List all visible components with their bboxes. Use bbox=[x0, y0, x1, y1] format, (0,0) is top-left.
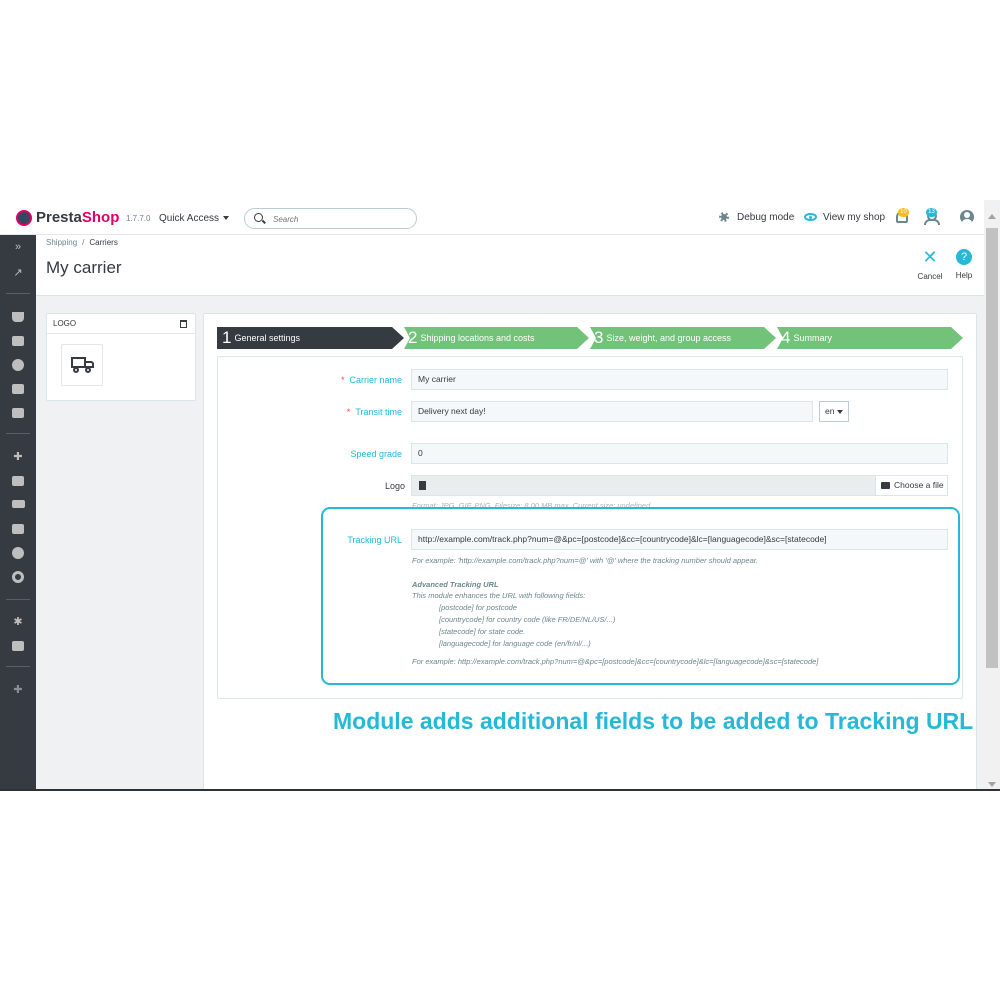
step-shipping-locations[interactable]: 2 Shipping locations and costs bbox=[404, 327, 589, 349]
breadcrumb-current: Carriers bbox=[89, 238, 118, 247]
choose-file-button[interactable]: Choose a file bbox=[875, 475, 948, 496]
help-icon: ? bbox=[956, 249, 972, 265]
search-box[interactable] bbox=[244, 208, 417, 229]
cancel-label: Cancel bbox=[917, 272, 943, 281]
carrier-name-label-text: Carrier name bbox=[349, 375, 402, 385]
scroll-thumb[interactable] bbox=[986, 228, 998, 668]
customers-icon[interactable] bbox=[11, 358, 25, 372]
transit-time-label: * Transit time bbox=[300, 407, 402, 417]
design-icon[interactable] bbox=[11, 474, 25, 488]
folder-icon bbox=[881, 482, 890, 489]
admin-window: PrestaShop 1.7.7.0 Quick Access Debug mo… bbox=[0, 200, 1000, 791]
step-label: Shipping locations and costs bbox=[420, 333, 535, 343]
required-mark: * bbox=[346, 407, 351, 417]
reports-icon[interactable] bbox=[11, 406, 25, 420]
help-button[interactable]: ? Help bbox=[947, 249, 981, 280]
sidebar-divider bbox=[6, 666, 30, 667]
expand-icon[interactable]: » bbox=[11, 240, 25, 254]
scroll-up-icon[interactable] bbox=[988, 214, 996, 219]
logo-panel-title: LOGO bbox=[47, 314, 195, 334]
sidebar-divider bbox=[6, 599, 30, 600]
required-mark: * bbox=[340, 375, 345, 385]
close-icon: ✕ bbox=[922, 247, 938, 267]
page-title: My carrier bbox=[46, 258, 122, 277]
profile-icon[interactable] bbox=[960, 210, 974, 224]
truck-wheel-shape bbox=[85, 367, 91, 373]
promo-caption: Module adds additional fields to be adde… bbox=[333, 708, 974, 734]
quick-access-dropdown[interactable]: Quick Access bbox=[159, 213, 229, 224]
search-icon bbox=[254, 213, 263, 222]
step-label: Size, weight, and group access bbox=[606, 333, 732, 343]
logo-label: Logo bbox=[384, 481, 405, 491]
brand-name[interactable]: PrestaShop bbox=[36, 209, 119, 226]
payment-icon[interactable] bbox=[11, 522, 25, 536]
file-icon bbox=[419, 481, 426, 490]
version-label: 1.7.7.0 bbox=[126, 214, 151, 223]
trash-icon[interactable] bbox=[180, 320, 187, 328]
step-general-settings[interactable]: 1 General settings bbox=[217, 327, 404, 349]
speed-grade-label: Speed grade bbox=[350, 449, 402, 459]
marketing-icon[interactable] bbox=[11, 570, 25, 584]
carrier-name-label: * Carrier name bbox=[300, 375, 402, 385]
messages-icon[interactable] bbox=[11, 382, 25, 396]
step-summary[interactable]: 4 Summary bbox=[777, 327, 963, 349]
page-scrollbar[interactable] bbox=[984, 210, 1000, 789]
debug-icon bbox=[719, 212, 729, 222]
logo-file-field[interactable] bbox=[411, 475, 876, 496]
extension-icon[interactable]: ✚ bbox=[11, 683, 25, 697]
carrier-logo-image bbox=[61, 344, 103, 386]
advanced-settings-icon[interactable] bbox=[11, 639, 25, 653]
truck-wheel-shape bbox=[73, 367, 79, 373]
cancel-button[interactable]: ✕ Cancel bbox=[913, 247, 947, 281]
sidebar-divider bbox=[6, 293, 30, 294]
brand-name-part1: Presta bbox=[36, 209, 82, 226]
view-shop-link[interactable]: View my shop bbox=[823, 212, 885, 223]
page-header: Shipping / Carriers My carrier ✕ Cancel ? … bbox=[36, 235, 984, 296]
catalog-icon[interactable] bbox=[11, 334, 25, 348]
search-input[interactable] bbox=[273, 212, 403, 226]
prestashop-logo-icon[interactable] bbox=[16, 210, 32, 226]
tracking-url-highlight bbox=[321, 507, 960, 685]
scroll-down-icon[interactable] bbox=[988, 782, 996, 787]
modules-icon[interactable]: ✚ bbox=[11, 450, 25, 464]
help-label: Help bbox=[955, 271, 973, 280]
truck-icon bbox=[71, 357, 86, 368]
top-header: PrestaShop 1.7.7.0 Quick Access Debug mo… bbox=[0, 200, 984, 235]
customers-notification-badge: 13 bbox=[926, 208, 937, 217]
carrier-name-field[interactable]: My carrier bbox=[411, 369, 948, 390]
step-number: 2 bbox=[408, 328, 418, 347]
choose-file-label: Choose a file bbox=[894, 480, 944, 490]
settings-icon[interactable]: ✱ bbox=[11, 615, 25, 629]
sidebar-divider bbox=[6, 433, 30, 434]
sidebar-nav: » ↗ ✚ ✱ ✚ bbox=[0, 235, 36, 789]
logo-panel: LOGO bbox=[46, 313, 196, 401]
breadcrumb: Shipping / Carriers bbox=[46, 238, 118, 247]
speed-grade-field[interactable]: 0 bbox=[411, 443, 948, 464]
transit-time-label-text: Transit time bbox=[355, 407, 402, 417]
step-size-weight[interactable]: 3 Size, weight, and group access bbox=[590, 327, 776, 349]
orders-notification-badge: 10 bbox=[898, 208, 909, 217]
orders-icon[interactable] bbox=[11, 310, 25, 324]
eye-icon bbox=[804, 213, 817, 221]
transit-time-field[interactable]: Delivery next day! bbox=[411, 401, 813, 422]
step-number: 3 bbox=[594, 328, 604, 347]
debug-mode-link[interactable]: Debug mode bbox=[737, 212, 794, 223]
international-icon[interactable] bbox=[11, 546, 25, 560]
step-label: Summary bbox=[793, 333, 832, 343]
stats-icon[interactable]: ↗ bbox=[11, 266, 25, 280]
breadcrumb-separator: / bbox=[82, 238, 85, 247]
step-label: General settings bbox=[234, 333, 301, 343]
step-number: 1 bbox=[222, 328, 232, 347]
brand-name-part2: Shop bbox=[81, 209, 120, 226]
language-dropdown[interactable]: en bbox=[819, 401, 849, 422]
shipping-icon[interactable] bbox=[11, 498, 25, 512]
step-number: 4 bbox=[781, 328, 791, 347]
breadcrumb-parent[interactable]: Shipping bbox=[46, 238, 77, 247]
